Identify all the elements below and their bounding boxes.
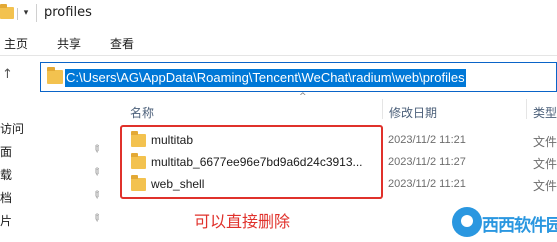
title-bar: ▾ profiles (0, 0, 557, 28)
address-path[interactable]: C:\Users\AG\AppData\Roaming\Tencent\WeCh… (65, 69, 466, 87)
pin-icon: ✎ (89, 142, 104, 157)
up-arrow-icon[interactable]: ↑ (2, 67, 13, 82)
watermark: 西西软件园 (452, 205, 557, 239)
window-title: profiles (44, 5, 92, 20)
annotation-text: 可以直接删除 (194, 212, 291, 231)
pin-icon: ✎ (89, 211, 104, 226)
ribbon-tabs: 主页 共享 查看 (0, 28, 557, 56)
file-modified: 2023/11/2 11:21 (388, 134, 466, 146)
file-modified: 2023/11/2 11:21 (388, 178, 466, 190)
chevron-down-icon[interactable]: ▾ (20, 4, 32, 22)
nav-item-quick-access[interactable]: 访问 (0, 120, 24, 137)
tab-home[interactable]: 主页 (4, 35, 28, 52)
column-divider[interactable] (382, 99, 383, 119)
column-header-type[interactable]: 类型 (533, 104, 557, 121)
file-type: 文件 (533, 135, 557, 149)
folder-icon[interactable] (0, 4, 14, 19)
nav-item-pictures[interactable]: 片 (0, 212, 12, 229)
address-row: ↑ C:\Users\AG\AppData\Roaming\Tencent\We… (0, 57, 557, 95)
folder-icon (47, 67, 63, 84)
file-type: 文件 (533, 179, 557, 193)
quick-access-divider (17, 8, 18, 20)
highlight-box (120, 125, 383, 199)
nav-item-downloads[interactable]: 载 (0, 166, 12, 183)
nav-item-documents[interactable]: 档 (0, 189, 12, 206)
watermark-text: 西西软件园 (482, 216, 557, 236)
tab-share[interactable]: 共享 (57, 35, 81, 52)
file-modified: 2023/11/2 11:27 (388, 156, 466, 168)
nav-item-desktop[interactable]: 面 (0, 143, 12, 160)
column-header-modified[interactable]: 修改日期 (389, 104, 437, 121)
navigation-pane: 访问 面 ✎ 载 ✎ 档 ✎ 片 ✎ (0, 96, 112, 242)
pin-icon: ✎ (89, 188, 104, 203)
watermark-logo-icon (452, 207, 482, 237)
file-type: 文件 (533, 157, 557, 171)
sort-chevron-icon: ^ (299, 92, 307, 102)
pin-icon: ✎ (89, 165, 104, 180)
column-divider[interactable] (526, 99, 527, 119)
title-divider (36, 4, 37, 22)
tab-view[interactable]: 查看 (110, 35, 134, 52)
column-header-name[interactable]: 名称 (130, 104, 154, 121)
address-bar[interactable]: C:\Users\AG\AppData\Roaming\Tencent\WeCh… (40, 62, 557, 92)
